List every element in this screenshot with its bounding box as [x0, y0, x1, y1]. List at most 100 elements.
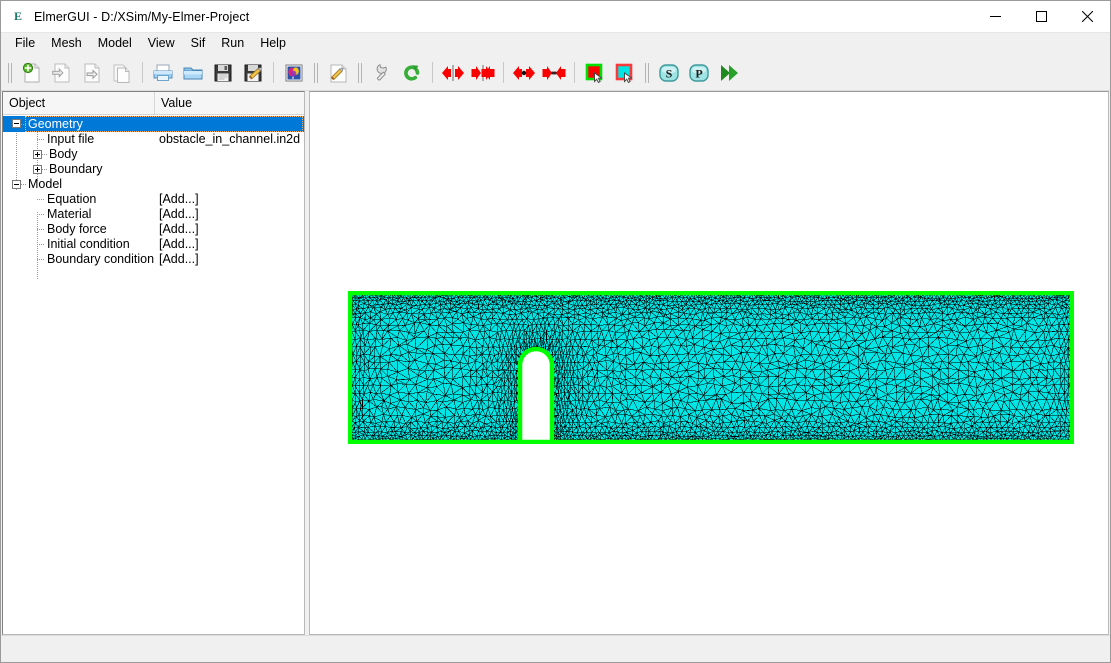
main-toolbar: S P: [1, 55, 1110, 91]
tree-guide: [42, 154, 47, 155]
toolbar-separator: [432, 62, 433, 83]
collapse-toggle-model[interactable]: [12, 180, 21, 189]
collapse-toggle-geometry[interactable]: [12, 119, 21, 128]
expand-toggle-body[interactable]: [33, 150, 42, 159]
toolbar-separator: [574, 62, 575, 83]
tree-label: Geometry: [28, 117, 83, 131]
picture-icon[interactable]: [279, 58, 309, 88]
tree-row-geometry[interactable]: Geometry: [3, 116, 304, 132]
tree-guide: [37, 259, 45, 260]
toolbar-grip[interactable]: [356, 62, 365, 84]
divide-edge-icon[interactable]: [509, 58, 539, 88]
main-content: Object Value Geometry Input file obstacl…: [1, 91, 1110, 635]
menu-sif[interactable]: Sif: [183, 34, 214, 53]
tree-column-value[interactable]: Value: [155, 92, 304, 114]
tree-row-boundary-condition[interactable]: Boundary condition [Add...]: [3, 252, 304, 267]
tree-guide: [21, 124, 27, 125]
unify-edge-icon[interactable]: [539, 58, 569, 88]
object-tree-panel: Object Value Geometry Input file obstacl…: [2, 91, 305, 635]
mesh-render: [348, 291, 1074, 444]
toolbar-separator: [142, 62, 143, 83]
menu-mesh[interactable]: Mesh: [43, 34, 90, 53]
menu-model[interactable]: Model: [90, 34, 140, 53]
tree-label: Body force: [47, 222, 107, 236]
unify-surface-icon[interactable]: [468, 58, 498, 88]
tree-label: Equation: [47, 192, 97, 206]
tree-guide: [21, 184, 27, 185]
select-surface-icon[interactable]: [580, 58, 610, 88]
tree-value: obstacle_in_channel.in2d: [159, 132, 301, 146]
divide-surface-icon[interactable]: [438, 58, 468, 88]
wrench-icon[interactable]: [367, 58, 397, 88]
tree-value[interactable]: [Add...]: [159, 222, 199, 237]
window-controls: [972, 1, 1110, 32]
expand-toggle-boundary[interactable]: [33, 165, 42, 174]
tree-row-body[interactable]: Body: [3, 147, 304, 162]
app-logo-icon: E: [10, 9, 26, 25]
tree-row-model[interactable]: Model: [3, 177, 304, 192]
toolbar-grip[interactable]: [643, 62, 652, 84]
status-bar: [1, 635, 1110, 662]
tree-column-object[interactable]: Object: [3, 92, 155, 114]
tree-guide: [37, 139, 45, 140]
tree-value[interactable]: [Add...]: [159, 237, 199, 252]
tree-guide: [42, 169, 47, 170]
select-edge-icon[interactable]: [610, 58, 640, 88]
tree-row-initial-condition[interactable]: Initial condition [Add...]: [3, 237, 304, 252]
tree-row-boundary[interactable]: Boundary: [3, 162, 304, 177]
solver-input-file-icon[interactable]: S: [654, 58, 684, 88]
close-icon[interactable]: [1064, 1, 1110, 32]
maximize-icon[interactable]: [1018, 1, 1064, 32]
tree-row-body-force[interactable]: Body force [Add...]: [3, 222, 304, 237]
open-document-icon[interactable]: [47, 58, 77, 88]
app-logo-letter: E: [13, 9, 22, 23]
save-floppy-icon[interactable]: [208, 58, 238, 88]
mesh-viewport[interactable]: [309, 91, 1109, 635]
tree-label: Body: [49, 147, 78, 161]
print-icon[interactable]: [148, 58, 178, 88]
tree-label: Input file: [47, 132, 95, 146]
menu-bar: File Mesh Model View Sif Run Help: [1, 33, 1110, 55]
tree-row-input-file[interactable]: Input file obstacle_in_channel.in2d: [3, 132, 304, 147]
tree-guide: [37, 199, 45, 200]
title-bar: E ElmerGUI - D:/XSim/My-Elmer-Project: [1, 1, 1110, 33]
elmergui-window: E ElmerGUI - D:/XSim/My-Elmer-Project Fi…: [0, 0, 1111, 663]
tree-label: Initial condition: [47, 237, 130, 251]
toolbar-grip[interactable]: [312, 62, 321, 84]
toolbar-grip[interactable]: [6, 62, 15, 84]
toolbar-separator: [503, 62, 504, 83]
tree-row-material[interactable]: Material [Add...]: [3, 207, 304, 222]
minimize-icon[interactable]: [972, 1, 1018, 32]
tree-body: Geometry Input file obstacle_in_channel.…: [3, 115, 304, 634]
edit-pencil-icon[interactable]: [323, 58, 353, 88]
window-title: ElmerGUI - D:/XSim/My-Elmer-Project: [34, 9, 250, 24]
menu-view[interactable]: View: [140, 34, 183, 53]
tree-guide: [37, 244, 45, 245]
tree-label: Model: [28, 177, 63, 191]
tree-label: Material: [47, 207, 92, 221]
save-as-floppy-icon[interactable]: [238, 58, 268, 88]
menu-file[interactable]: File: [7, 34, 43, 53]
export-document-icon[interactable]: [77, 58, 107, 88]
tree-row-equation[interactable]: Equation [Add...]: [3, 192, 304, 207]
tree-label: Boundary: [49, 162, 103, 176]
tree-guide: [37, 229, 45, 230]
tree-header: Object Value: [3, 92, 304, 115]
new-document-icon[interactable]: [17, 58, 47, 88]
copy-document-icon[interactable]: [107, 58, 137, 88]
post-processing-icon[interactable]: P: [684, 58, 714, 88]
menu-help[interactable]: Help: [252, 34, 294, 53]
tree-guide: [37, 214, 45, 215]
toolbar-separator: [273, 62, 274, 83]
menu-run[interactable]: Run: [213, 34, 252, 53]
obstacle-in-channel-mesh[interactable]: [348, 291, 1074, 444]
green-refresh-icon[interactable]: [397, 58, 427, 88]
folder-open-icon[interactable]: [178, 58, 208, 88]
run-solver-icon[interactable]: [714, 58, 744, 88]
tree-value[interactable]: [Add...]: [159, 252, 199, 267]
svg-text:P: P: [695, 66, 702, 80]
tree-value[interactable]: [Add...]: [159, 207, 199, 222]
svg-text:S: S: [666, 66, 673, 80]
tree-value[interactable]: [Add...]: [159, 192, 199, 207]
tree-label: Boundary condition: [47, 252, 155, 266]
